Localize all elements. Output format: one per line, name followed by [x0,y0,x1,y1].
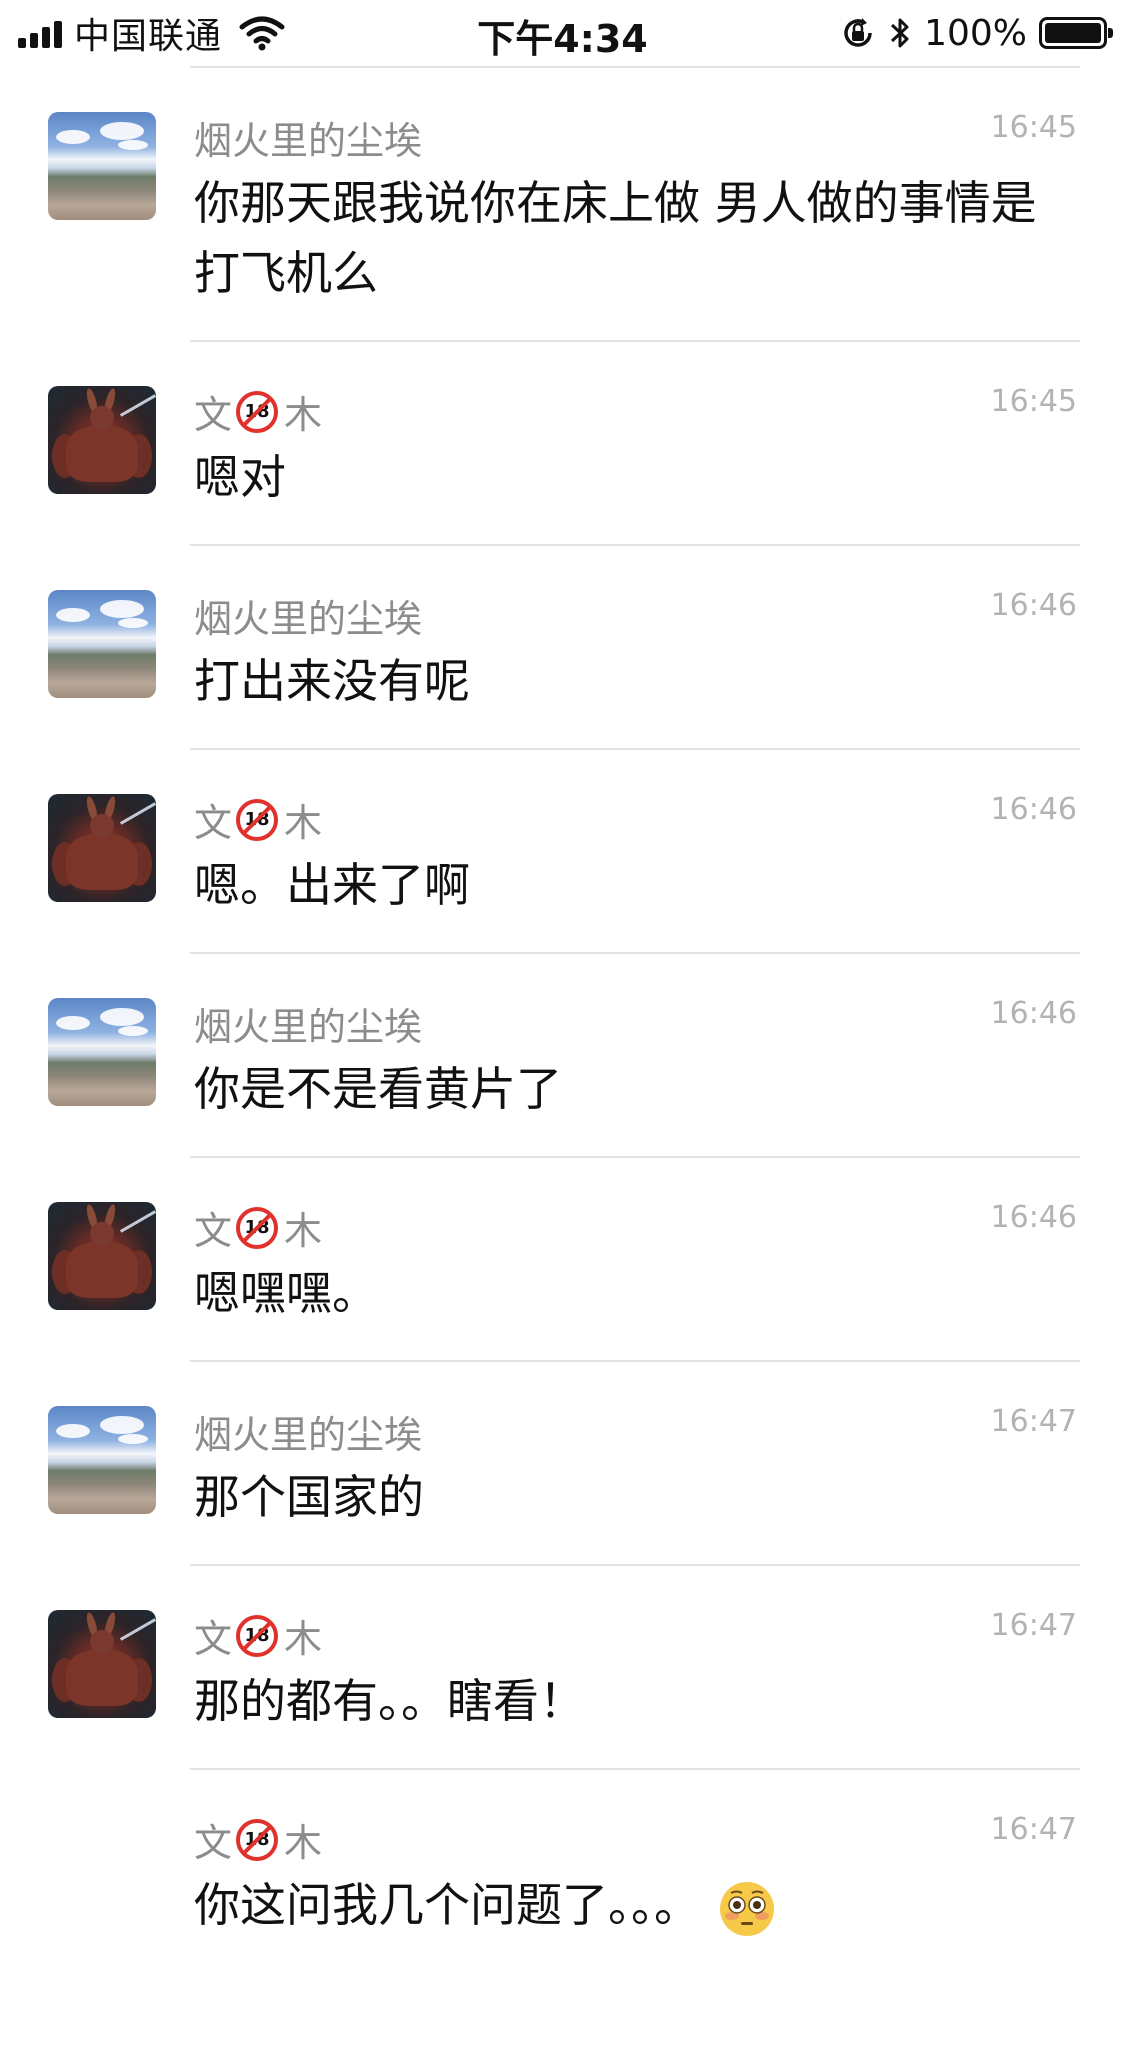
message-list: 烟火里的尘埃 16:45 你那天跟我说你在床上做 男人做的事情是打飞机么 文 1… [0,68,1125,2050]
message-text: 你那天跟我说你在床上做 男人做的事情是打飞机么 [194,176,1037,300]
rabbit-avatar[interactable] [48,794,156,902]
battery-icon [1039,17,1113,49]
landscape-avatar[interactable] [48,590,156,698]
message-row[interactable]: 烟火里的尘埃 16:46 你是不是看黄片了 [0,954,1125,1158]
landscape-avatar[interactable] [48,112,156,220]
sender-suffix: 木 [284,1209,323,1253]
battery-fill [1045,23,1101,43]
landscape-avatar[interactable] [48,998,156,1106]
message-text-container: 你这问我几个问题了。。。 [194,1870,1077,1940]
status-right: 100% [840,10,1113,56]
sender-suffix: 木 [284,1617,323,1661]
sender-name: 文 18 木 [194,792,322,847]
sender-prefix: 文 [194,1821,233,1865]
18-prohibited-icon: 18 [236,1206,279,1249]
message-row[interactable]: 文 18 木 16:46 嗯嘿嘿。 [0,1158,1125,1362]
sender-prefix: 文 [194,1617,233,1661]
18-prohibited-icon: 18 [236,1614,279,1657]
message-row[interactable]: 文 18 木 16:45 嗯对 [0,342,1125,546]
sender-name: 文 18 木 [194,384,322,439]
sender-prefix: 文 [194,393,233,437]
sender-label: 烟火里的尘埃 [194,1413,423,1457]
message-time: 16:46 [990,996,1077,1031]
bluetooth-icon [891,18,909,48]
message-text: 你是不是看黄片了 [194,1062,562,1116]
message-text: 那个国家的 [194,1470,424,1524]
sender-prefix: 文 [194,801,233,845]
message-time: 16:45 [990,110,1077,145]
message-time: 16:46 [990,1200,1077,1235]
sender-name: 文 18 木 [194,1200,322,1255]
sender-suffix: 木 [284,393,323,437]
message-text: 嗯。出来了啊 [194,858,470,912]
message-row[interactable]: 文 18 木 16:47 那的都有。。瞎看！ [0,1566,1125,1770]
sender-prefix: 文 [194,1209,233,1253]
sender-name: 烟火里的尘埃 [194,588,422,643]
rabbit-avatar[interactable] [48,1202,156,1310]
sender-name: 文 18 木 [194,1608,322,1663]
message-text: 嗯嘿嘿。 [194,1266,378,1320]
message-row[interactable]: 烟火里的尘埃 16:45 你那天跟我说你在床上做 男人做的事情是打飞机么 [0,68,1125,342]
message-time: 16:46 [990,588,1077,623]
message-time: 16:47 [990,1608,1077,1643]
message-text: 那的都有。。瞎看！ [194,1674,585,1728]
battery-percent: 100% [924,12,1027,54]
rabbit-avatar[interactable] [48,1610,156,1718]
message-time: 16:47 [990,1404,1077,1439]
message-text: 打出来没有呢 [194,654,470,708]
message-row[interactable]: 烟火里的尘埃 16:47 那个国家的 [0,1362,1125,1566]
status-bar: 中国联通 下午4:34 100% [0,0,1125,66]
flushed-face-icon [720,1881,774,1936]
rotation-lock-icon [844,18,872,47]
sender-name: 烟火里的尘埃 [194,110,422,165]
message-row[interactable]: 文 18 木 16:47 你这问我几个问题了。。。 [0,1770,1125,2050]
message-time: 16:46 [990,792,1077,827]
message-row[interactable]: 文 18 木 16:46 嗯。出来了啊 [0,750,1125,954]
message-text: 嗯对 [194,450,286,504]
message-text: 你这问我几个问题了。。。 [194,1878,700,1932]
sender-label: 烟火里的尘埃 [194,119,423,163]
sender-label: 烟火里的尘埃 [194,1005,423,1049]
rabbit-avatar[interactable] [48,386,156,494]
sender-name: 烟火里的尘埃 [194,1404,422,1459]
sender-label: 烟火里的尘埃 [194,597,423,641]
message-row[interactable]: 烟火里的尘埃 16:46 打出来没有呢 [0,546,1125,750]
sender-name: 烟火里的尘埃 [194,996,422,1051]
sender-suffix: 木 [284,801,323,845]
message-time: 16:47 [990,1812,1077,1847]
landscape-avatar[interactable] [48,1406,156,1514]
message-time: 16:45 [990,384,1077,419]
18-prohibited-icon: 18 [236,798,279,841]
18-prohibited-icon: 18 [236,390,279,433]
18-prohibited-icon: 18 [236,1818,279,1861]
sender-suffix: 木 [284,1821,323,1865]
sender-name: 文 18 木 [194,1812,322,1867]
